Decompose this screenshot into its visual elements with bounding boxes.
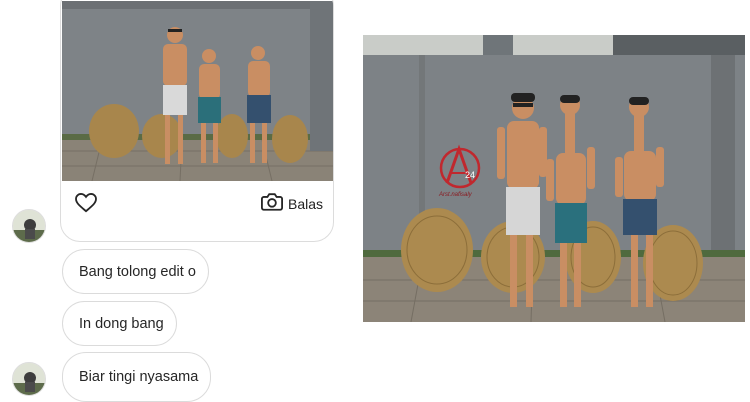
card-actions: Balas <box>61 183 333 227</box>
message-bubble[interactable]: Biar tingi nyasama <box>62 352 211 402</box>
sender-avatar[interactable] <box>12 362 46 396</box>
message-text: Biar tingi nyasama <box>79 369 199 385</box>
message-bubble[interactable]: In dong bang <box>62 301 177 346</box>
watermark-caption: Arst.nafisaly <box>438 192 473 198</box>
message-text: In dong bang <box>79 315 164 332</box>
shared-photo[interactable] <box>62 1 333 181</box>
sender-avatar[interactable] <box>12 209 46 243</box>
edited-photo[interactable]: 24 Arst.nafisaly <box>363 35 745 322</box>
reply-button[interactable]: Balas <box>261 192 323 216</box>
reply-label: Balas <box>288 196 324 212</box>
heart-icon[interactable] <box>75 192 97 213</box>
message-bubble[interactable]: Bang tolong edit o <box>62 249 209 294</box>
shared-photo-card: Balas <box>60 0 334 242</box>
message-text: Bang tolong edit o <box>79 263 196 280</box>
watermark-text: 24 <box>465 170 475 180</box>
camera-icon <box>261 192 283 216</box>
